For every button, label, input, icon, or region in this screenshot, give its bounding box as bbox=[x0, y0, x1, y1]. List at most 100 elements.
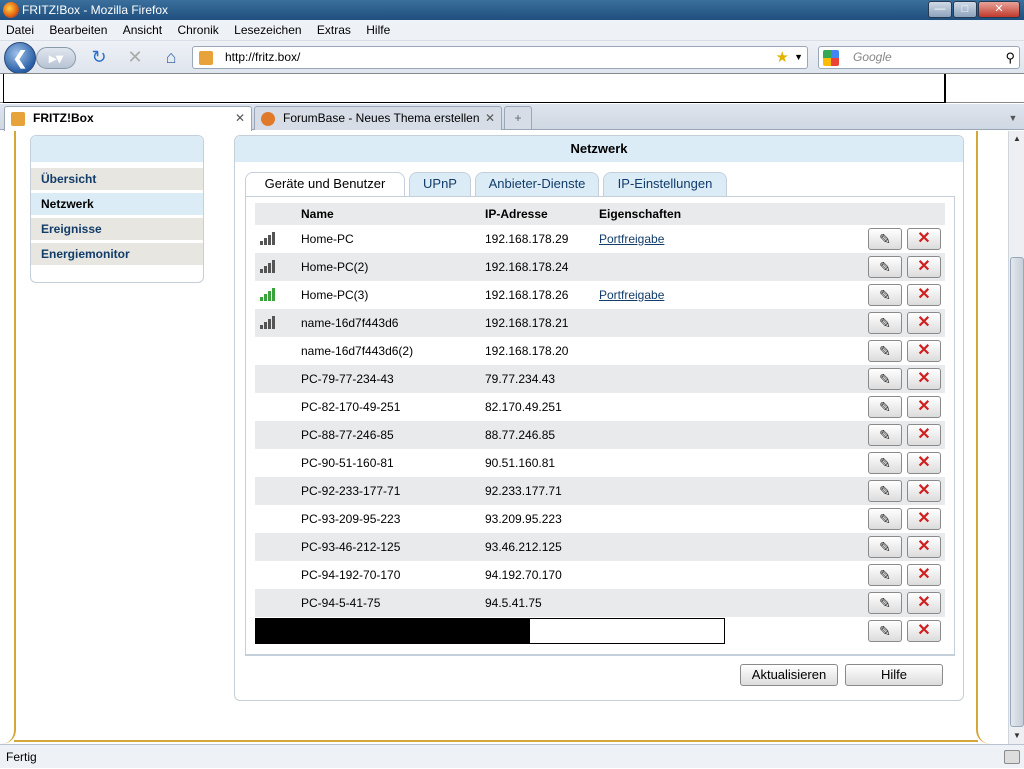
search-input[interactable]: Google bbox=[853, 47, 892, 68]
delete-button[interactable]: ✕ bbox=[907, 424, 941, 446]
status-text: Fertig bbox=[6, 750, 37, 764]
delete-button[interactable]: ✕ bbox=[907, 368, 941, 390]
menu-bearbeiten[interactable]: Bearbeiten bbox=[43, 20, 113, 40]
delete-button[interactable]: ✕ bbox=[907, 228, 941, 250]
edit-button[interactable]: ✎ bbox=[868, 340, 902, 362]
sidebar-item-ereignisse[interactable]: Ereignisse bbox=[31, 218, 203, 240]
column-header-ip: IP-Adresse bbox=[485, 207, 548, 221]
tab-close-icon[interactable]: ✕ bbox=[235, 107, 245, 129]
device-ip: 94.192.70.170 bbox=[485, 568, 562, 582]
edit-button[interactable]: ✎ bbox=[868, 620, 902, 642]
maximize-button[interactable]: □ bbox=[953, 1, 977, 18]
edit-button[interactable]: ✎ bbox=[868, 424, 902, 446]
delete-button[interactable]: ✕ bbox=[907, 452, 941, 474]
new-device-input[interactable] bbox=[255, 618, 725, 644]
minimize-button[interactable]: — bbox=[928, 1, 952, 18]
signal-icon bbox=[260, 259, 276, 273]
portfreigabe-link[interactable]: Portfreigabe bbox=[599, 288, 664, 302]
tab-forumbase[interactable]: ForumBase - Neues Thema erstellen ✕ bbox=[254, 106, 502, 130]
menu-chronik[interactable]: Chronik bbox=[171, 20, 224, 40]
scroll-thumb[interactable] bbox=[1010, 257, 1024, 727]
tab-list-icon[interactable]: ▼ bbox=[1004, 108, 1022, 128]
delete-button[interactable]: ✕ bbox=[907, 284, 941, 306]
sidebar: Übersicht Netzwerk Ereignisse Energiemon… bbox=[30, 135, 204, 283]
sidebar-item-uebersicht[interactable]: Übersicht bbox=[31, 168, 203, 190]
column-header-name: Name bbox=[301, 207, 334, 221]
edit-button[interactable]: ✎ bbox=[868, 228, 902, 250]
menu-extras[interactable]: Extras bbox=[311, 20, 357, 40]
table-row: PC-93-209-95-223 93.209.95.223 ✎ ✕ bbox=[255, 505, 945, 533]
new-tab-button[interactable]: + bbox=[504, 106, 532, 129]
edit-button[interactable]: ✎ bbox=[868, 396, 902, 418]
delete-button[interactable]: ✕ bbox=[907, 340, 941, 362]
device-name: Home-PC(2) bbox=[301, 260, 369, 274]
status-bar: Fertig bbox=[0, 744, 1024, 768]
delete-button[interactable]: ✕ bbox=[907, 536, 941, 558]
edit-button[interactable]: ✎ bbox=[868, 564, 902, 586]
tab-close-icon[interactable]: ✕ bbox=[485, 107, 495, 129]
close-button[interactable]: ✕ bbox=[978, 1, 1020, 18]
decor-left-border bbox=[0, 131, 16, 744]
google-icon[interactable] bbox=[823, 50, 839, 66]
menu-ansicht[interactable]: Ansicht bbox=[117, 20, 168, 40]
menu-lesezeichen[interactable]: Lesezeichen bbox=[228, 20, 307, 40]
back-button[interactable]: ❮ bbox=[4, 42, 36, 74]
vertical-scrollbar[interactable]: ▲ ▼ bbox=[1008, 131, 1024, 744]
edit-button[interactable]: ✎ bbox=[868, 256, 902, 278]
signal-green-icon bbox=[260, 287, 276, 301]
tab-anbieter-dienste[interactable]: Anbieter-Dienste bbox=[475, 172, 599, 196]
sidebar-item-netzwerk[interactable]: Netzwerk bbox=[31, 193, 203, 215]
home-icon[interactable]: ⌂ bbox=[160, 46, 182, 68]
device-name: PC-88-77-246-85 bbox=[301, 428, 394, 442]
signal-icon bbox=[260, 231, 276, 245]
edit-button[interactable]: ✎ bbox=[868, 368, 902, 390]
delete-button[interactable]: ✕ bbox=[907, 480, 941, 502]
refresh-button[interactable]: Aktualisieren bbox=[740, 664, 838, 686]
page-title: Netzwerk bbox=[235, 136, 963, 162]
edit-button[interactable]: ✎ bbox=[868, 480, 902, 502]
portfreigabe-link[interactable]: Portfreigabe bbox=[599, 232, 664, 246]
delete-button[interactable]: ✕ bbox=[907, 256, 941, 278]
tab-ip-einstellungen[interactable]: IP-Einstellungen bbox=[603, 172, 727, 196]
delete-button[interactable]: ✕ bbox=[907, 508, 941, 530]
device-name: PC-93-209-95-223 bbox=[301, 512, 401, 526]
menu-hilfe[interactable]: Hilfe bbox=[360, 20, 396, 40]
status-icon bbox=[1004, 750, 1020, 764]
tab-geraete-und-benutzer[interactable]: Geräte und Benutzer bbox=[245, 172, 405, 197]
edit-button[interactable]: ✎ bbox=[868, 536, 902, 558]
edit-button[interactable]: ✎ bbox=[868, 284, 902, 306]
help-button[interactable]: Hilfe bbox=[845, 664, 943, 686]
edit-button[interactable]: ✎ bbox=[868, 452, 902, 474]
url-text[interactable]: http://fritz.box/ bbox=[225, 47, 300, 68]
reload-icon[interactable]: ↻ bbox=[88, 46, 110, 68]
forward-button[interactable]: ▸▾ bbox=[36, 47, 76, 69]
scroll-up-icon[interactable]: ▲ bbox=[1009, 131, 1024, 147]
device-name: Home-PC(3) bbox=[301, 288, 369, 302]
menu-datei[interactable]: Datei bbox=[0, 20, 40, 40]
window-title: FRITZ!Box - Mozilla Firefox bbox=[22, 3, 169, 17]
delete-button[interactable]: ✕ bbox=[907, 396, 941, 418]
tab-upnp[interactable]: UPnP bbox=[409, 172, 471, 196]
bookmark-star-icon[interactable]: ★ bbox=[776, 47, 789, 68]
search-icon[interactable]: ⚲ bbox=[1005, 47, 1015, 68]
tab-fritzbox[interactable]: FRITZ!Box ✕ bbox=[4, 106, 252, 131]
delete-button[interactable]: ✕ bbox=[907, 592, 941, 614]
sidebar-item-energiemonitor[interactable]: Energiemonitor bbox=[31, 243, 203, 265]
device-ip: 79.77.234.43 bbox=[485, 372, 556, 386]
table-header: Name IP-Adresse Eigenschaften bbox=[255, 203, 945, 225]
delete-button[interactable]: ✕ bbox=[907, 564, 941, 586]
delete-button[interactable]: ✕ bbox=[907, 312, 941, 334]
search-bar[interactable]: Google ⚲ bbox=[818, 46, 1020, 69]
edit-button[interactable]: ✎ bbox=[868, 508, 902, 530]
url-dropdown-icon[interactable]: ▼ bbox=[794, 47, 803, 68]
decor-right-border bbox=[976, 131, 992, 744]
stop-icon[interactable]: ✕ bbox=[124, 46, 146, 68]
delete-button[interactable]: ✕ bbox=[907, 620, 941, 642]
scroll-down-icon[interactable]: ▼ bbox=[1009, 728, 1024, 744]
address-bar[interactable]: http://fritz.box/ ★ ▼ bbox=[192, 46, 808, 69]
edit-button[interactable]: ✎ bbox=[868, 312, 902, 334]
edit-button[interactable]: ✎ bbox=[868, 592, 902, 614]
main-panel: Netzwerk Geräte und Benutzer UPnP Anbiet… bbox=[234, 135, 964, 701]
tab-label: FRITZ!Box bbox=[33, 111, 94, 125]
device-ip: 93.46.212.125 bbox=[485, 540, 562, 554]
